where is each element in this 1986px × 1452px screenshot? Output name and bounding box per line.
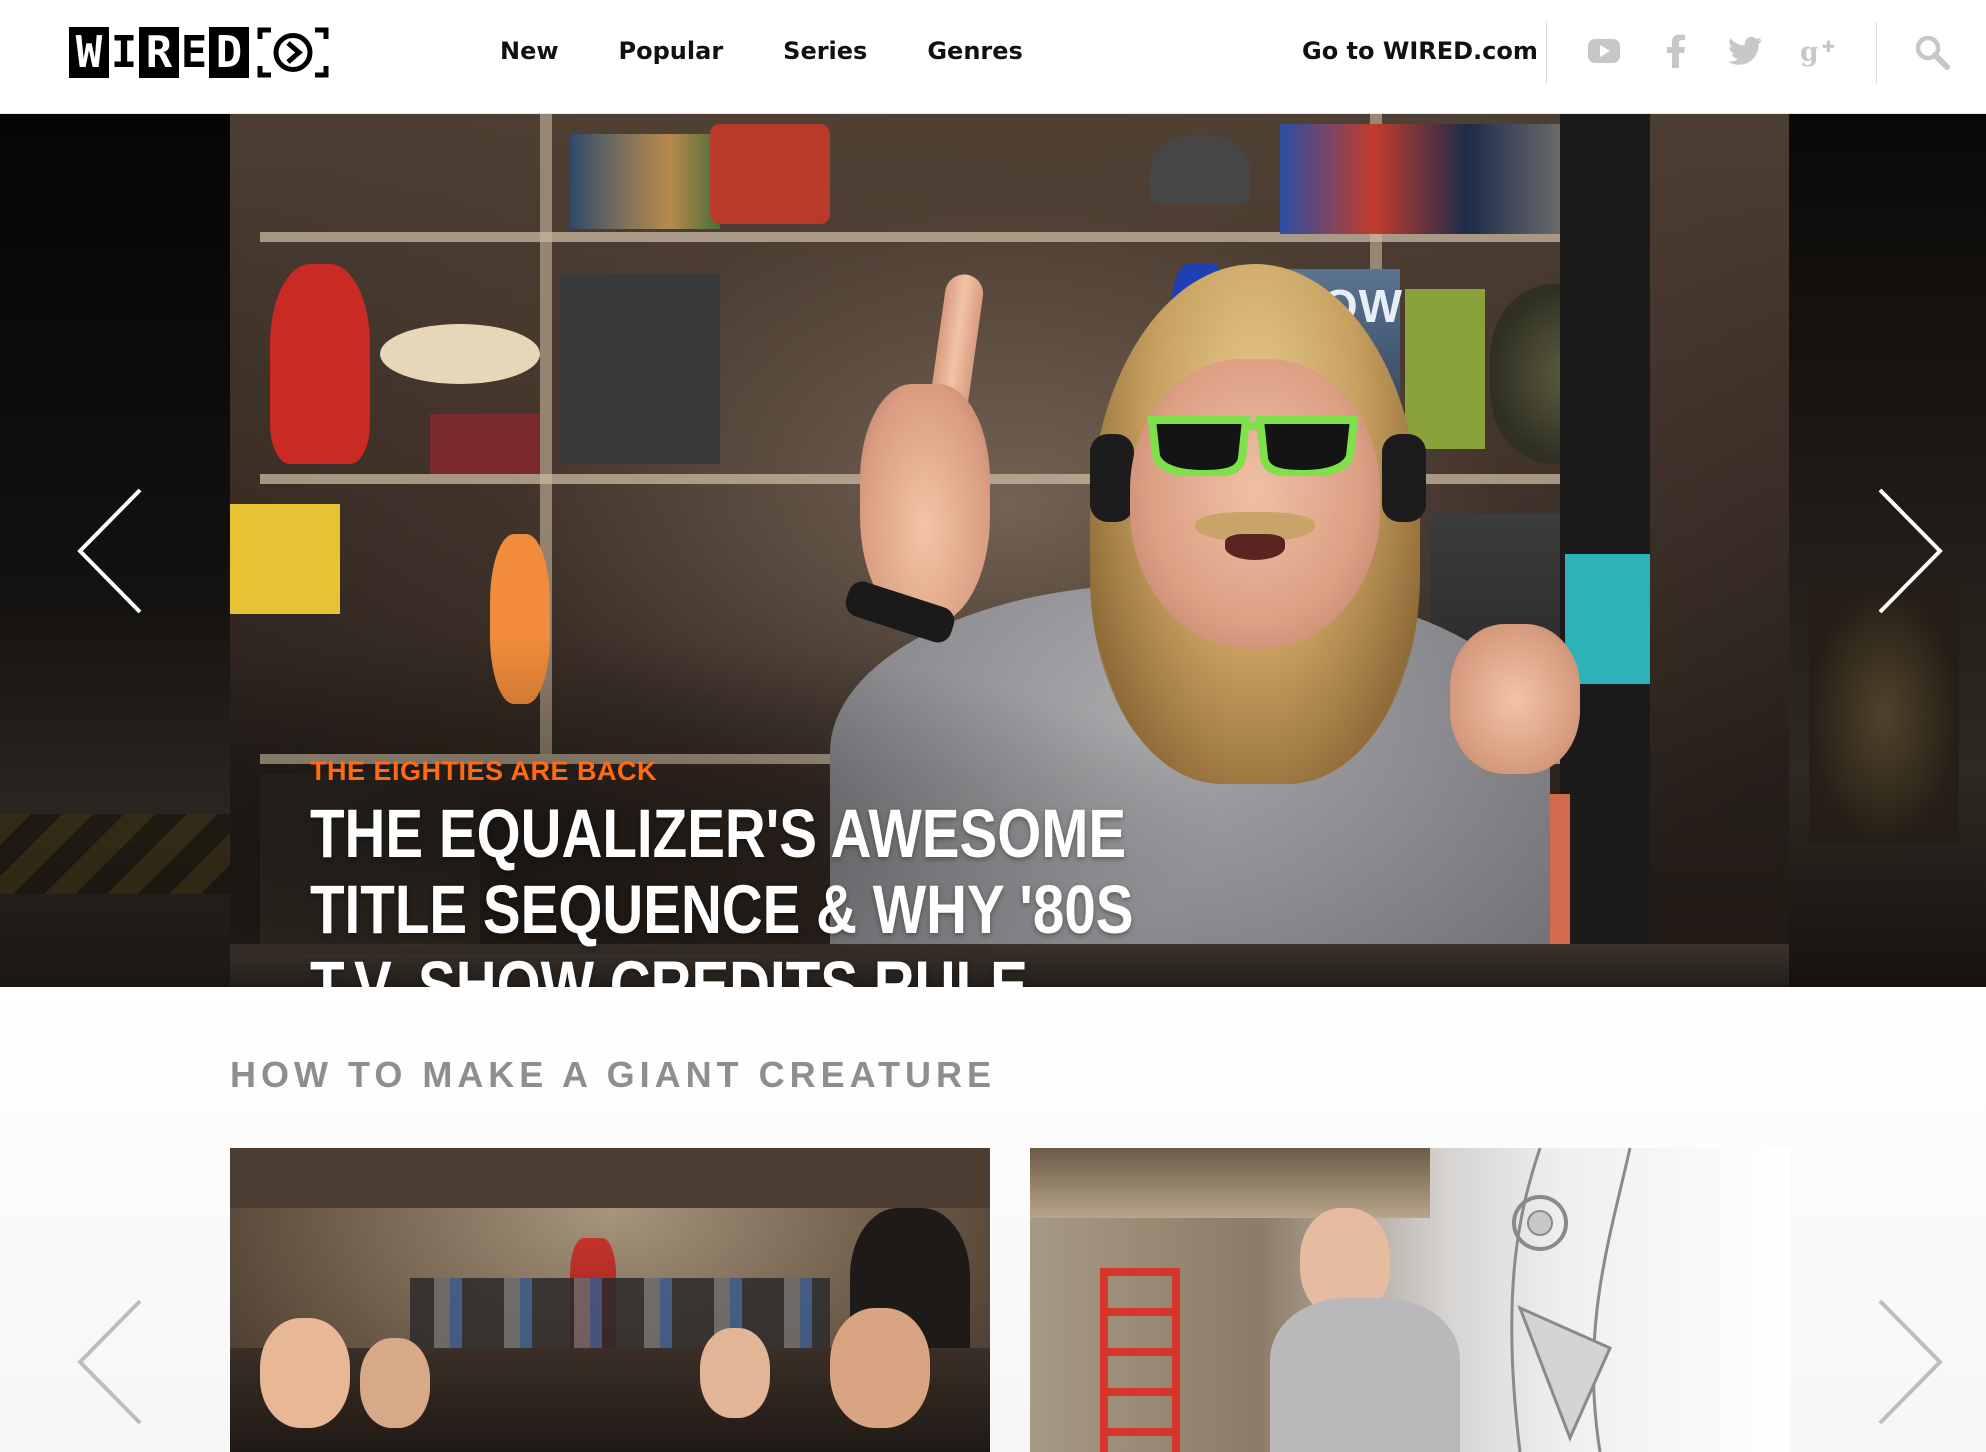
room-ceiling <box>230 1148 990 1208</box>
video-card[interactable] <box>230 1148 990 1452</box>
person-shirt <box>1270 1298 1460 1452</box>
site-header: W I R E D New Popular Series Genres Go t… <box>0 0 1986 114</box>
nav-new[interactable]: New <box>500 34 559 68</box>
toy-figure <box>710 124 830 224</box>
google-plus-icon[interactable]: g <box>1800 32 1836 70</box>
play-icon <box>257 27 329 78</box>
person-head <box>360 1338 430 1428</box>
section-title[interactable]: HOW TO MAKE A GIANT CREATURE <box>230 1053 996 1097</box>
header-divider <box>1876 22 1877 84</box>
workshop-ceiling <box>1030 1148 1430 1218</box>
book <box>1405 289 1485 449</box>
chevron-right-icon[interactable] <box>1876 1297 1946 1427</box>
magazine-cover <box>1560 114 1650 944</box>
main-nav: New Popular Series Genres <box>500 34 1083 68</box>
person-head <box>260 1318 350 1428</box>
twitter-icon[interactable] <box>1728 32 1764 70</box>
svg-text:g: g <box>1800 36 1819 67</box>
facebook-icon[interactable] <box>1658 32 1694 70</box>
chevron-left-icon[interactable] <box>74 486 144 616</box>
nav-popular[interactable]: Popular <box>619 34 724 68</box>
video-card[interactable] <box>1030 1148 1790 1452</box>
shelf-item <box>560 274 720 464</box>
goto-wired-link[interactable]: Go to WIRED.com <box>1302 34 1538 68</box>
wired-video-logo[interactable]: W I R E D <box>69 27 329 78</box>
series-section: HOW TO MAKE A GIANT CREATURE <box>0 987 1986 1452</box>
toy-boxes <box>1280 124 1560 234</box>
book-stack <box>430 414 540 474</box>
chevron-right-icon[interactable] <box>1876 486 1946 616</box>
logo-letter: R <box>139 27 179 78</box>
person-face <box>1130 359 1380 649</box>
hero-kicker: THE EIGHTIES ARE BACK <box>310 756 658 786</box>
hero-carousel: SNOW THE EIGHTIES ARE <box>0 114 1986 987</box>
search-icon[interactable] <box>1914 34 1950 70</box>
chevron-left-icon[interactable] <box>74 1297 144 1427</box>
mouth <box>1225 534 1285 560</box>
fist <box>1450 624 1580 774</box>
hero-caption[interactable]: THE EIGHTIES ARE BACK THE EQUALIZER'S AW… <box>310 754 1210 987</box>
nav-series[interactable]: Series <box>783 34 867 68</box>
magazine-block <box>1565 554 1650 684</box>
sunglasses <box>1147 414 1359 479</box>
logo-letter: W <box>69 27 109 78</box>
person-head <box>830 1308 930 1428</box>
hero-title-line: TITLE SEQUENCE & WHY '80S <box>310 871 1134 948</box>
header-divider <box>1546 22 1547 84</box>
person-head <box>700 1328 770 1418</box>
headphone <box>1090 434 1134 522</box>
logo-letter: I <box>109 27 139 78</box>
hero-title-line: T.V. SHOW CREDITS RULE. <box>310 947 1044 988</box>
logo-letter: D <box>209 27 249 78</box>
hero-title[interactable]: THE EQUALIZER'S AWESOME TITLE SEQUENCE &… <box>310 795 1212 988</box>
book-row <box>570 134 720 229</box>
hero-title-line: THE EQUALIZER'S AWESOME <box>310 795 1127 872</box>
toy-figure <box>380 324 540 384</box>
robot-drawing <box>1460 1148 1790 1452</box>
toy-figure <box>270 264 370 464</box>
nav-genres[interactable]: Genres <box>927 34 1022 68</box>
ladder <box>1100 1268 1180 1452</box>
headphone <box>1382 434 1426 522</box>
logo-letter: E <box>179 27 209 78</box>
helmet <box>1150 134 1250 204</box>
youtube-icon[interactable] <box>1586 32 1622 70</box>
comic-book <box>230 504 340 614</box>
figurine-row <box>410 1278 830 1348</box>
